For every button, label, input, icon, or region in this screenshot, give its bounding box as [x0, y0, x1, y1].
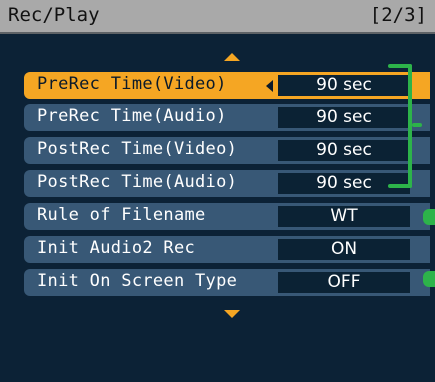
title-bar: Rec/Play [2/3]	[0, 0, 435, 34]
menu-item-postrec-time-audio[interactable]: PostRec Time(Audio) 90 sec	[24, 170, 430, 197]
menu-item-label: Rule of Filename	[37, 205, 206, 225]
menu-item-value: 90 sec	[278, 140, 410, 161]
menu-item-label: PostRec Time(Video)	[37, 139, 238, 159]
menu-item-label: PostRec Time(Audio)	[37, 172, 238, 192]
menu-item-value: 90 sec	[278, 75, 410, 96]
menu-item-prerec-time-video[interactable]: PreRec Time(Video) 90 sec	[24, 72, 430, 99]
menu-item-prerec-time-audio[interactable]: PreRec Time(Audio) 90 sec	[24, 104, 430, 131]
menu-title: Rec/Play	[8, 4, 100, 26]
scroll-down-arrow-icon[interactable]	[224, 310, 240, 318]
green-marker	[423, 209, 435, 225]
camera-menu-screen: Rec/Play [2/3] PreRec Time(Video) 90 sec…	[0, 0, 435, 382]
menu-item-value: OFF	[278, 272, 410, 293]
selection-indicator	[415, 72, 430, 99]
menu-item-label: Init On Screen Type	[37, 271, 238, 291]
menu-item-init-audio2-rec[interactable]: Init Audio2 Rec ON	[24, 236, 430, 263]
menu-item-init-on-screen-type[interactable]: Init On Screen Type OFF	[24, 269, 430, 296]
menu-item-rule-of-filename[interactable]: Rule of Filename WT	[24, 203, 430, 230]
green-marker	[423, 271, 435, 287]
menu-item-postrec-time-video[interactable]: PostRec Time(Video) 90 sec	[24, 137, 430, 164]
menu-item-label: PreRec Time(Audio)	[37, 106, 227, 126]
left-arrow-icon[interactable]	[266, 80, 273, 92]
page-indicator: [2/3]	[369, 4, 427, 26]
scroll-up-arrow-icon[interactable]	[224, 53, 240, 61]
menu-item-value: ON	[278, 239, 410, 260]
menu-item-label: PreRec Time(Video)	[37, 74, 227, 94]
menu-item-value: 90 sec	[278, 107, 410, 128]
menu-item-label: Init Audio2 Rec	[37, 238, 196, 258]
menu-item-value: WT	[278, 206, 410, 227]
